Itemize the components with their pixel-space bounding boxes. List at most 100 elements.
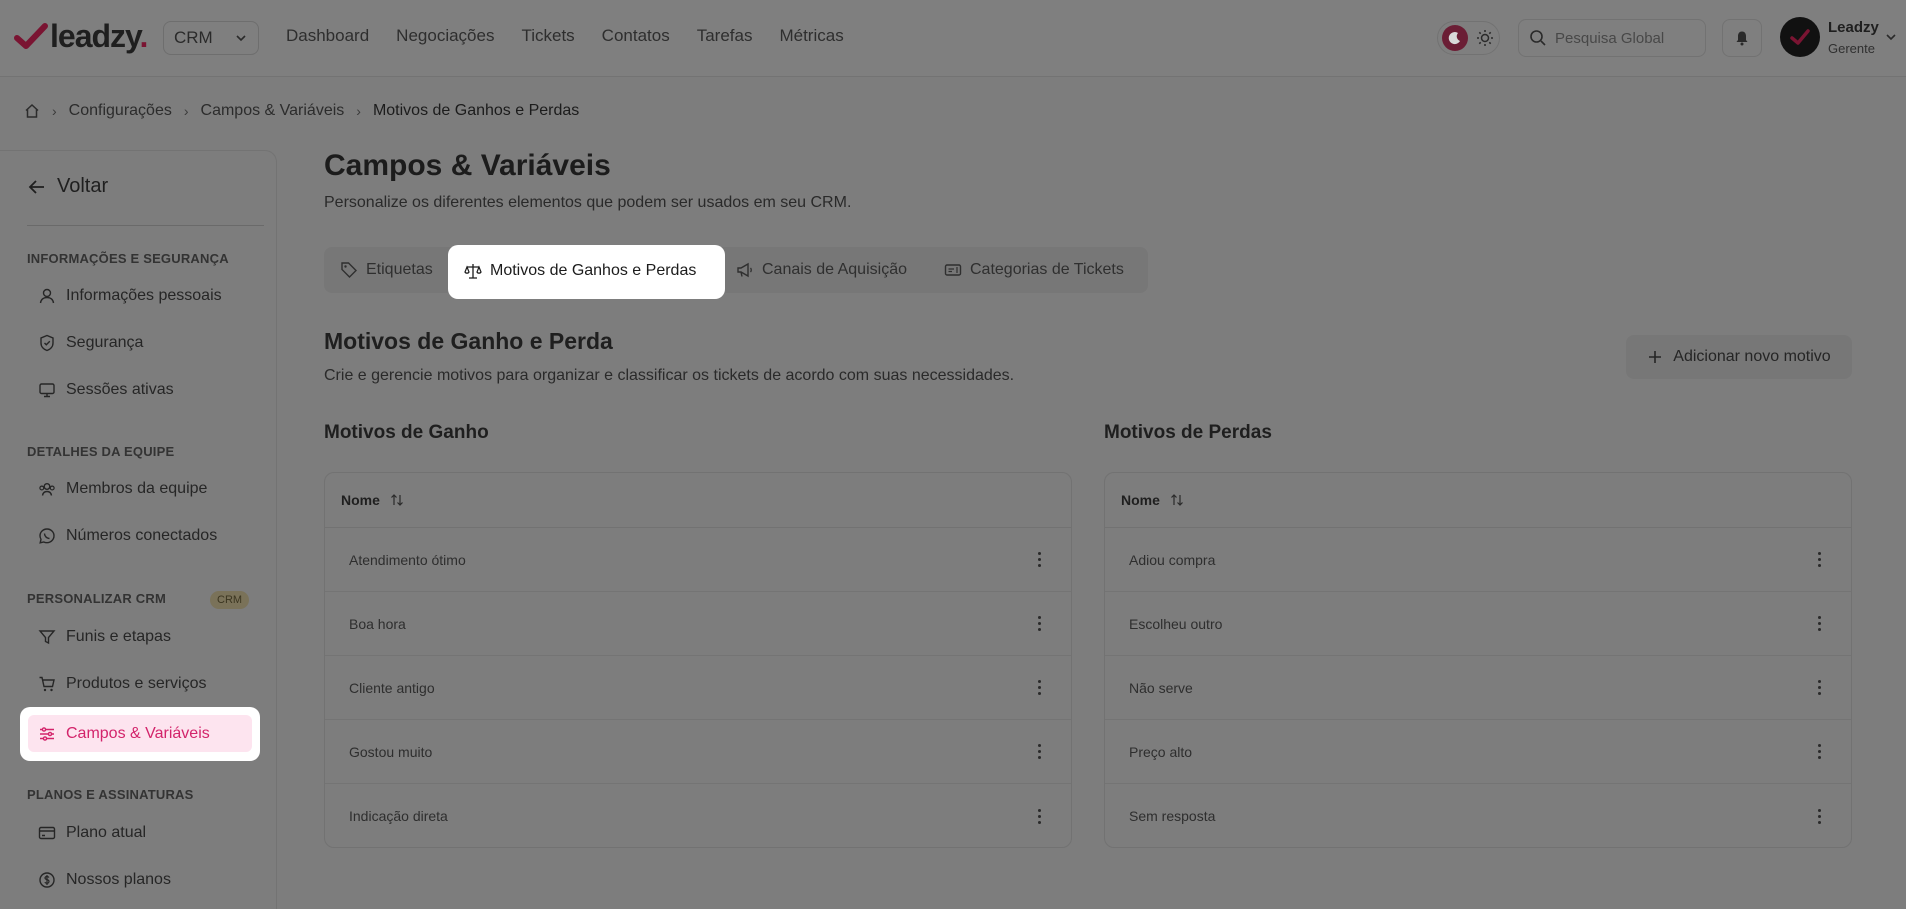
nav-dashboard[interactable]: Dashboard xyxy=(286,26,369,46)
sidebar-item-produtos-servicos[interactable]: Produtos e serviços xyxy=(38,675,207,693)
global-search[interactable] xyxy=(1518,19,1706,57)
section-title-detalhes-equipe: DETALHES DA EQUIPE xyxy=(27,444,175,459)
main-nav: Dashboard Negociações Tickets Contatos T… xyxy=(286,26,871,46)
page-title: Campos & Variáveis xyxy=(324,149,611,182)
table-header: Nome xyxy=(1105,473,1851,528)
product-select-value: CRM xyxy=(174,28,213,47)
more-vertical-icon[interactable] xyxy=(1038,744,1041,759)
sidebar-item-plano-atual[interactable]: Plano atual xyxy=(38,824,146,842)
arrow-left-icon xyxy=(28,179,44,194)
theme-toggle[interactable] xyxy=(1437,21,1500,55)
sidebar-item-membros-equipe[interactable]: Membros da equipe xyxy=(38,480,207,498)
moon-icon[interactable] xyxy=(1442,25,1468,51)
more-vertical-icon[interactable] xyxy=(1038,680,1041,695)
top-header: leadzy. CRM Dashboard Negociações Ticket… xyxy=(0,0,1906,77)
gains-title: Motivos de Ganho xyxy=(324,422,489,443)
bell-icon xyxy=(1736,31,1748,46)
chevron-right-icon: › xyxy=(356,103,361,119)
user-menu-chevron-icon[interactable] xyxy=(1884,30,1898,44)
tag-icon xyxy=(341,262,357,278)
sidebar-item-seguranca[interactable]: Segurança xyxy=(38,334,143,352)
more-vertical-icon[interactable] xyxy=(1818,808,1821,824)
ticket-icon xyxy=(944,264,962,276)
home-icon[interactable] xyxy=(24,103,40,119)
table-row[interactable]: Não serve xyxy=(1105,656,1851,720)
table-row[interactable]: Cliente antigo xyxy=(325,656,1071,720)
more-vertical-icon[interactable] xyxy=(1038,808,1041,824)
table-row[interactable]: Adiou compra xyxy=(1105,528,1851,592)
more-vertical-icon[interactable] xyxy=(1038,552,1041,567)
scale-icon xyxy=(464,264,482,279)
settings-sidebar: Voltar INFORMAÇÕES E SEGURANÇA Informaçõ… xyxy=(0,150,277,909)
sliders-icon xyxy=(40,726,54,741)
table-row[interactable]: Preço alto xyxy=(1105,720,1851,784)
breadcrumb-configuracoes[interactable]: Configurações xyxy=(69,102,172,120)
table-row[interactable]: Boa hora xyxy=(325,592,1071,656)
sidebar-item-funis-etapas[interactable]: Funis e etapas xyxy=(38,628,171,646)
sidebar-divider xyxy=(27,225,264,226)
table-row[interactable]: Indicação direta xyxy=(325,784,1071,847)
sidebar-item-numeros-conectados[interactable]: Números conectados xyxy=(38,527,217,545)
users-icon xyxy=(39,483,55,496)
credit-card-icon xyxy=(38,826,56,840)
user-icon xyxy=(39,288,55,304)
user-role: Gerente xyxy=(1828,41,1875,56)
back-button[interactable]: Voltar xyxy=(27,175,108,198)
tab-categorias-tickets[interactable]: Categorias de Tickets xyxy=(944,247,1124,293)
section-subtitle: Crie e gerencie motivos para organizar e… xyxy=(324,367,1015,384)
more-vertical-icon[interactable] xyxy=(1038,616,1041,631)
column-header-nome[interactable]: Nome xyxy=(1121,492,1160,508)
section-title: Motivos de Ganho e Perda xyxy=(324,328,613,354)
dollar-circle-icon xyxy=(39,872,55,888)
cart-icon xyxy=(39,676,55,692)
table-row[interactable]: Atendimento ótimo xyxy=(325,528,1071,592)
section-title-personalizar-crm: PERSONALIZAR CRM xyxy=(27,591,166,606)
screen-overlay: leadzy. CRM Dashboard Negociações Ticket… xyxy=(0,0,1906,909)
losses-title: Motivos de Perdas xyxy=(1104,422,1272,443)
nav-tarefas[interactable]: Tarefas xyxy=(697,26,753,46)
whatsapp-icon xyxy=(39,528,55,544)
more-vertical-icon[interactable] xyxy=(1818,744,1821,759)
add-reason-button[interactable]: Adicionar novo motivo xyxy=(1626,335,1852,379)
chevron-down-icon xyxy=(236,35,246,42)
column-header-nome[interactable]: Nome xyxy=(341,492,380,508)
table-row[interactable]: Escolheu outro xyxy=(1105,592,1851,656)
section-title-info-seguranca: INFORMAÇÕES E SEGURANÇA xyxy=(27,251,229,266)
crm-badge: CRM xyxy=(210,591,250,609)
tab-motivos-ganhos-perdas[interactable]: Motivos de Ganhos e Perdas xyxy=(464,255,696,287)
sidebar-item-informacoes-pessoais[interactable]: Informações pessoais xyxy=(38,287,222,305)
product-select[interactable]: CRM xyxy=(163,21,259,55)
more-vertical-icon[interactable] xyxy=(1818,552,1821,567)
tab-etiquetas[interactable]: Etiquetas xyxy=(340,247,433,293)
sidebar-item-nossos-planos[interactable]: Nossos planos xyxy=(38,871,171,889)
logo[interactable]: leadzy. xyxy=(14,18,148,55)
search-icon xyxy=(1530,30,1546,46)
search-input[interactable] xyxy=(1555,29,1695,47)
notifications-button[interactable] xyxy=(1722,19,1762,57)
user-name[interactable]: Leadzy xyxy=(1828,19,1879,36)
table-row[interactable]: Sem resposta xyxy=(1105,784,1851,847)
avatar[interactable] xyxy=(1780,17,1820,57)
sort-icon[interactable] xyxy=(390,493,404,507)
funnel-icon xyxy=(38,630,56,645)
check-logo-icon xyxy=(14,22,48,49)
monitor-icon xyxy=(39,383,55,398)
sun-icon[interactable] xyxy=(1476,29,1494,47)
sidebar-item-sessoes-ativas[interactable]: Sessões ativas xyxy=(38,381,174,399)
megaphone-icon xyxy=(737,262,752,278)
table-row[interactable]: Gostou muito xyxy=(325,720,1071,784)
sort-icon[interactable] xyxy=(1170,493,1184,507)
page-subtitle: Personalize os diferentes elementos que … xyxy=(324,194,852,211)
more-vertical-icon[interactable] xyxy=(1818,680,1821,695)
gains-table: Nome Atendimento ótimo Boa hora Cliente … xyxy=(324,472,1072,848)
sidebar-item-campos-variaveis[interactable]: Campos & Variáveis xyxy=(28,715,252,752)
nav-negociacoes[interactable]: Negociações xyxy=(396,26,494,46)
nav-contatos[interactable]: Contatos xyxy=(602,26,670,46)
tab-canais-aquisicao[interactable]: Canais de Aquisição xyxy=(736,247,907,293)
nav-metricas[interactable]: Métricas xyxy=(779,26,843,46)
nav-tickets[interactable]: Tickets xyxy=(521,26,574,46)
table-header: Nome xyxy=(325,473,1071,528)
more-vertical-icon[interactable] xyxy=(1818,616,1821,631)
chevron-right-icon: › xyxy=(52,103,57,119)
breadcrumb-campos-variaveis[interactable]: Campos & Variáveis xyxy=(201,102,345,120)
